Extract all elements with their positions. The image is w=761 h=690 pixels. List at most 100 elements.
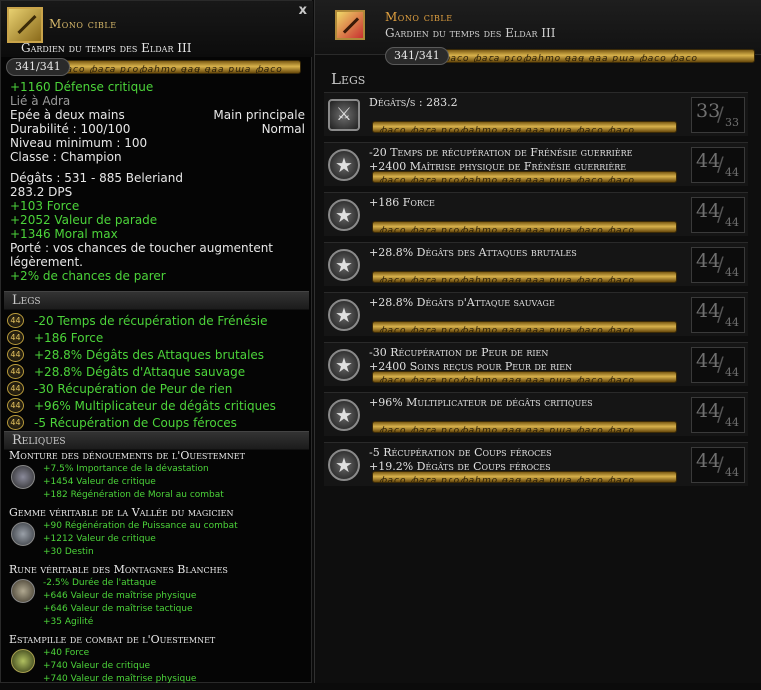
leg-row: 44 +96% Multiplicateur de dégâts critique… [7, 397, 307, 414]
item-name: Gardien du temps des Eldar III [385, 26, 556, 40]
legacy-text: Dégâts/s : 283.2 [369, 96, 458, 109]
relic-stat: +90 Régénération de Puissance au combat [43, 521, 238, 531]
legacy-entry[interactable]: ★ +186 Force ꞗaco ꞗaꞇa pɾoꞗahɱo ꞡaꞡ ꞡaa … [324, 192, 748, 236]
leg-text: +96% Multiplicateur de dégâts critiques [34, 398, 276, 413]
legacy-xp-bar: ꞗaco ꞗaꞇa pɾoꞗahɱo ꞡaꞡ ꞡaa pɯa ꞗaco ꞗaco [372, 321, 677, 333]
bar-runes: ꞗaco ꞗaꞇa pɾoꞗahɱo ꞡaꞡ ꞡaa pɯa ꞗaco ꞗaco [379, 326, 636, 333]
legacy-level-badge: 44 [7, 347, 24, 362]
relics-section-header: Reliques [4, 431, 309, 450]
relic-name: Estampille de combat de l'Ouestemnet [9, 633, 216, 646]
legs-section-header: Legs [4, 291, 309, 310]
legacy-xp-bar: ꞗaco ꞗaꞇa pɾoꞗahɱo ꞡaꞡ ꞡaa pɯa ꞗaco ꞗaco [372, 471, 677, 483]
rank-max: 44 [725, 316, 739, 329]
item-xp-bar: ꞗaco ꞗaꞇa pɾoꞗahɱo ꞡaꞡ ꞡaa pɯa ꞗaco ꞗaco [435, 49, 755, 63]
legacy-entry[interactable]: ★ -20 Temps de récupération de Frénésie … [324, 142, 748, 186]
legacy-xp-bar: ꞗaco ꞗaꞇa pɾoꞗahɱo ꞡaꞡ ꞡaa pɯa ꞗaco ꞗaco [372, 271, 677, 283]
relic-name: Monture des dénouements de l'Ouestemnet [9, 449, 245, 462]
legacy-rank: 44/44 [691, 147, 745, 183]
leg-text: +28.8% Dégâts d'Attaque sauvage [34, 364, 246, 379]
rank-max: 44 [725, 416, 739, 429]
relic-stat: +1212 Valeur de critique [43, 534, 156, 544]
legacy-level-badge: 44 [7, 330, 24, 345]
star-icon: ★ [328, 349, 360, 381]
legacy-rank: 33/33 [691, 97, 745, 133]
legacy-level-badge: 44 [7, 364, 24, 379]
close-icon[interactable]: x [299, 3, 307, 18]
legacy-entry[interactable]: ★ +28.8% Dégâts d'Attaque sauvage ꞗaco ꞗ… [324, 292, 748, 336]
star-icon: ★ [328, 249, 360, 281]
legs-title: Legs [331, 70, 366, 88]
rank-max: 44 [725, 166, 739, 179]
star-icon: ★ [328, 449, 360, 481]
legacy-text: -5 Récupération de Coups féroces [369, 446, 552, 459]
leg-text: +186 Force [34, 330, 104, 345]
relic-stat: +646 Valeur de maîtrise physique [43, 591, 197, 601]
legacy-level-badge: 44 [7, 313, 24, 328]
legacy-entry[interactable]: ★ +96% Multiplicateur de dégâts critique… [324, 392, 748, 436]
relic-name: Gemme véritable de la Vallée du magicien [9, 506, 234, 519]
relics-list: Monture des dénouements de l'Ouestemnet … [9, 449, 309, 690]
relic-name: Rune véritable des Montagnes Blanches [9, 563, 228, 576]
legacy-xp-bar: ꞗaco ꞗaꞇa pɾoꞗahɱo ꞡaꞡ ꞡaa pɯa ꞗaco ꞗaco [372, 121, 677, 133]
rank-max: 44 [725, 366, 739, 379]
legacy-rank: 44/44 [691, 397, 745, 433]
leg-text: -30 Récupération de Peur de rien [34, 381, 233, 396]
relic-stat: +1454 Valeur de critique [43, 477, 156, 487]
rank-max: 44 [725, 466, 739, 479]
legacy-text: +28.8% Dégâts des Attaques brutales [369, 246, 577, 259]
leg-text: -5 Récupération de Coups féroces [34, 415, 237, 430]
durability-state: Normal [261, 122, 305, 136]
legacy-level-badge: 44 [7, 415, 24, 430]
item-category: Mono cible [49, 17, 117, 31]
legacy-rank: 44/44 [691, 447, 745, 483]
relic-stat: +740 Valeur de maîtrise physique [43, 674, 197, 684]
panel-header: Mono cible Gardien du temps des Eldar II… [315, 0, 761, 55]
item-stats: +1160 Défense critique Lié à Adra Epée à… [10, 80, 310, 283]
sword-item-icon [7, 7, 43, 43]
crossed-swords-icon: ⚔ [328, 99, 360, 131]
leg-text: -20 Temps de récupération de Frénésie [34, 313, 268, 328]
legs-list: 44 -20 Temps de récupération de Frénésie … [7, 312, 307, 431]
relic-stat: +30 Destin [43, 547, 94, 557]
relic-stat: +646 Valeur de maîtrise tactique [43, 604, 193, 614]
legacy-text: +186 Force [369, 196, 435, 209]
leg-row: 44 -5 Récupération de Coups féroces [7, 414, 307, 431]
rank-max: 44 [725, 266, 739, 279]
item-name: Gardien du temps des Eldar III [21, 41, 192, 55]
item-category: Mono cible [385, 10, 453, 24]
legacy-entry[interactable]: ★ +28.8% Dégâts des Attaques brutales ꞗa… [324, 242, 748, 286]
stat-line: +2052 Valeur de parade [10, 213, 158, 227]
legendary-item-panel: Mono cible Gardien du temps des Eldar II… [314, 0, 761, 683]
leg-row: 44 -30 Récupération de Peur de rien [7, 380, 307, 397]
relic-stat: +40 Force [43, 648, 90, 658]
leg-row: 44 +28.8% Dégâts d'Attaque sauvage [7, 363, 307, 380]
gem-relic-icon [11, 522, 35, 546]
parry-chance: +2% de chances de parer [10, 269, 166, 283]
sword-item-icon[interactable] [335, 10, 365, 40]
relic-stat: +740 Valeur de critique [43, 661, 151, 671]
stat-line: +103 Force [10, 199, 80, 213]
legacy-xp-bar: ꞗaco ꞗaꞇa pɾoꞗahɱo ꞡaꞡ ꞡaa pɯa ꞗaco ꞗaco [372, 421, 677, 433]
relic-body: -2.5% Durée de l'attaque +646 Valeur de … [9, 577, 309, 629]
legacy-entry[interactable]: ⚔ Dégâts/s : 283.2 ꞗaco ꞗaꞇa pɾoꞗahɱo ꞡa… [324, 92, 748, 136]
leg-row: 44 +28.8% Dégâts des Attaques brutales [7, 346, 307, 363]
legacy-rank: 44/44 [691, 297, 745, 333]
relic-stat: +35 Agilité [43, 617, 94, 627]
stat-line: +1346 Moral max [10, 227, 118, 241]
leg-row: 44 +186 Force [7, 329, 307, 346]
relic-body: +90 Régénération de Puissance au combat … [9, 520, 309, 559]
star-icon: ★ [328, 149, 360, 181]
bar-runes: ꞗaco ꞗaꞇa pɾoꞗahɱo ꞡaꞡ ꞡaa pɯa ꞗaco ꞗaco [379, 126, 636, 133]
relic-stat: +7.5% Importance de la dévastation [43, 464, 209, 474]
crafted-relic-icon [11, 649, 35, 673]
stat-crit-defense: +1160 Défense critique [10, 80, 154, 94]
legacy-entry[interactable]: ★ -30 Récupération de Peur de rien +2400 … [324, 342, 748, 386]
rank-max: 33 [725, 116, 739, 129]
bar-runes: ꞗaco ꞗaꞇa pɾoꞗahɱo ꞡaꞡ ꞡaa pɯa ꞗaco [58, 65, 283, 74]
legacy-rank: 44/44 [691, 197, 745, 233]
legacy-entry[interactable]: ★ -5 Récupération de Coups féroces +19.2%… [324, 442, 748, 486]
relic-body: +40 Force +740 Valeur de critique +740 V… [9, 647, 309, 686]
legacy-xp-bar: ꞗaco ꞗaꞇa pɾoꞗahɱo ꞡaꞡ ꞡaa pɯa ꞗaco ꞗaco [372, 221, 677, 233]
leg-row: 44 -20 Temps de récupération de Frénésie [7, 312, 307, 329]
legacy-level-badge: 44 [7, 381, 24, 396]
